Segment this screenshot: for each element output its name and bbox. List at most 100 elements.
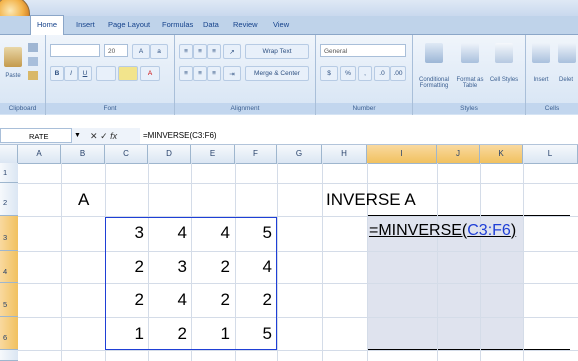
wrap-text-button[interactable]: Wrap Text	[245, 44, 309, 59]
tab-view[interactable]: View	[273, 16, 289, 34]
increase-decimal-icon[interactable]: .0	[374, 66, 390, 81]
cell-d6[interactable]: 2	[149, 324, 187, 344]
tab-insert[interactable]: Insert	[76, 16, 95, 34]
insert-cells-icon[interactable]	[532, 43, 550, 63]
align-middle-icon[interactable]: ≡	[193, 44, 207, 59]
percent-button[interactable]: %	[340, 66, 356, 81]
cell-f3[interactable]: 5	[234, 223, 272, 243]
tab-formulas[interactable]: Formulas	[162, 16, 193, 34]
alignment-group: ≡ ≡ ≡ ↗ Wrap Text ≡ ≡ ≡ ⇥ Merge & Center…	[175, 35, 316, 115]
orientation-icon[interactable]: ↗	[223, 44, 241, 59]
cell-e4[interactable]: 2	[192, 257, 230, 277]
format-as-table-button[interactable]: Format as Table	[455, 77, 485, 89]
column-headers: A B C D E F G H I J K L	[0, 145, 578, 164]
number-format-combo[interactable]: General	[320, 44, 406, 57]
align-top-icon[interactable]: ≡	[179, 44, 193, 59]
fill-color-icon[interactable]	[118, 66, 138, 81]
tab-home[interactable]: Home	[30, 15, 65, 36]
decrease-decimal-icon[interactable]: .00	[390, 66, 406, 81]
column-header-l[interactable]: L	[523, 145, 578, 163]
alignment-label: Alignment	[175, 103, 315, 114]
borders-icon[interactable]	[96, 66, 116, 81]
column-header-d[interactable]: D	[148, 145, 191, 163]
format-painter-icon[interactable]	[28, 71, 38, 80]
column-header-e[interactable]: E	[191, 145, 235, 163]
underline-button[interactable]: U	[78, 66, 92, 81]
cell-f4[interactable]: 4	[234, 257, 272, 277]
row-header-6[interactable]: 6	[0, 317, 18, 350]
column-header-j[interactable]: J	[437, 145, 480, 163]
font-color-icon[interactable]: A	[140, 66, 160, 81]
row-header-7[interactable]	[0, 350, 18, 361]
row-header-2[interactable]: 2	[0, 183, 18, 216]
font-size-combo[interactable]: 20	[104, 44, 128, 57]
row-header-4[interactable]: 4	[0, 251, 18, 283]
cell-b2[interactable]: A	[78, 190, 89, 210]
cell-d4[interactable]: 3	[149, 257, 187, 277]
cancel-icon[interactable]: ✕	[90, 131, 98, 141]
merge-center-button[interactable]: Merge & Center	[245, 66, 309, 81]
cell-e5[interactable]: 2	[192, 290, 230, 310]
paste-button[interactable]: Paste	[0, 73, 26, 79]
font-group: 20 A a B I U A Font	[46, 35, 175, 115]
insert-function-icon[interactable]: fx	[110, 131, 117, 141]
row-header-5[interactable]: 5	[0, 283, 18, 317]
cut-icon[interactable]	[28, 43, 38, 52]
align-right-icon[interactable]: ≡	[207, 66, 221, 81]
column-header-f[interactable]: F	[235, 145, 277, 163]
delete-cells-icon[interactable]	[558, 43, 576, 63]
align-bottom-icon[interactable]: ≡	[207, 44, 221, 59]
cell-e3[interactable]: 4	[192, 223, 230, 243]
cell-c5[interactable]: 2	[106, 290, 144, 310]
align-center-icon[interactable]: ≡	[193, 66, 207, 81]
formula-range-reference: C3:F6	[467, 222, 511, 239]
currency-button[interactable]: $	[320, 66, 338, 81]
indent-icon[interactable]: ⇥	[223, 66, 241, 81]
cell-e6[interactable]: 1	[192, 324, 230, 344]
cell-d3[interactable]: 4	[149, 223, 187, 243]
row-header-3[interactable]: 3	[0, 216, 18, 251]
font-name-combo[interactable]	[50, 44, 100, 57]
formula-bar-buttons: ✕ ✓ fx	[90, 128, 138, 144]
delete-cells-button[interactable]: Delet	[554, 77, 578, 83]
column-header-k[interactable]: K	[480, 145, 523, 163]
format-as-table-icon[interactable]	[461, 43, 479, 63]
cell-d5[interactable]: 4	[149, 290, 187, 310]
cell-f5[interactable]: 2	[234, 290, 272, 310]
paste-icon[interactable]	[4, 47, 22, 67]
shrink-font-icon[interactable]: a	[150, 44, 168, 59]
column-header-a[interactable]: A	[18, 145, 61, 163]
name-box[interactable]: RATE	[0, 128, 72, 143]
formula-input[interactable]: =MINVERSE(C3:F6)	[140, 128, 578, 144]
tab-data[interactable]: Data	[203, 16, 219, 34]
conditional-formatting-icon[interactable]	[425, 43, 443, 63]
column-header-c[interactable]: C	[105, 145, 148, 163]
align-left-icon[interactable]: ≡	[179, 66, 193, 81]
cell-f6[interactable]: 5	[234, 324, 272, 344]
cell-styles-icon[interactable]	[495, 43, 513, 63]
grow-font-icon[interactable]: A	[132, 44, 150, 59]
insert-cells-button[interactable]: Insert	[528, 77, 554, 83]
row-header-1[interactable]: 1	[0, 163, 18, 183]
cell-c4[interactable]: 2	[106, 257, 144, 277]
column-header-i[interactable]: I	[367, 145, 437, 163]
column-header-g[interactable]: G	[277, 145, 322, 163]
tab-review[interactable]: Review	[233, 16, 258, 34]
column-header-b[interactable]: B	[61, 145, 105, 163]
cell-styles-button[interactable]: Cell Styles	[489, 77, 519, 83]
select-all-corner[interactable]	[0, 145, 18, 163]
cell-i3-editor[interactable]: =MINVERSE(C3:F6)	[369, 222, 516, 240]
cell-c3[interactable]: 3	[106, 223, 144, 243]
cell-c6[interactable]: 1	[106, 324, 144, 344]
tab-page-layout[interactable]: Page Layout	[108, 16, 150, 34]
bold-button[interactable]: B	[50, 66, 64, 81]
copy-icon[interactable]	[28, 57, 38, 66]
column-header-h[interactable]: H	[322, 145, 367, 163]
cell-h2[interactable]: INVERSE A	[326, 190, 416, 210]
conditional-formatting-button[interactable]: Conditional Formatting	[415, 77, 453, 89]
ribbon: Paste Clipboard 20 A a B I U A Font ≡ ≡ …	[0, 35, 578, 115]
name-box-dropdown-icon[interactable]: ▼	[74, 128, 88, 144]
italic-button[interactable]: I	[64, 66, 78, 81]
comma-button[interactable]: ,	[358, 66, 372, 81]
enter-icon[interactable]: ✓	[100, 131, 108, 141]
